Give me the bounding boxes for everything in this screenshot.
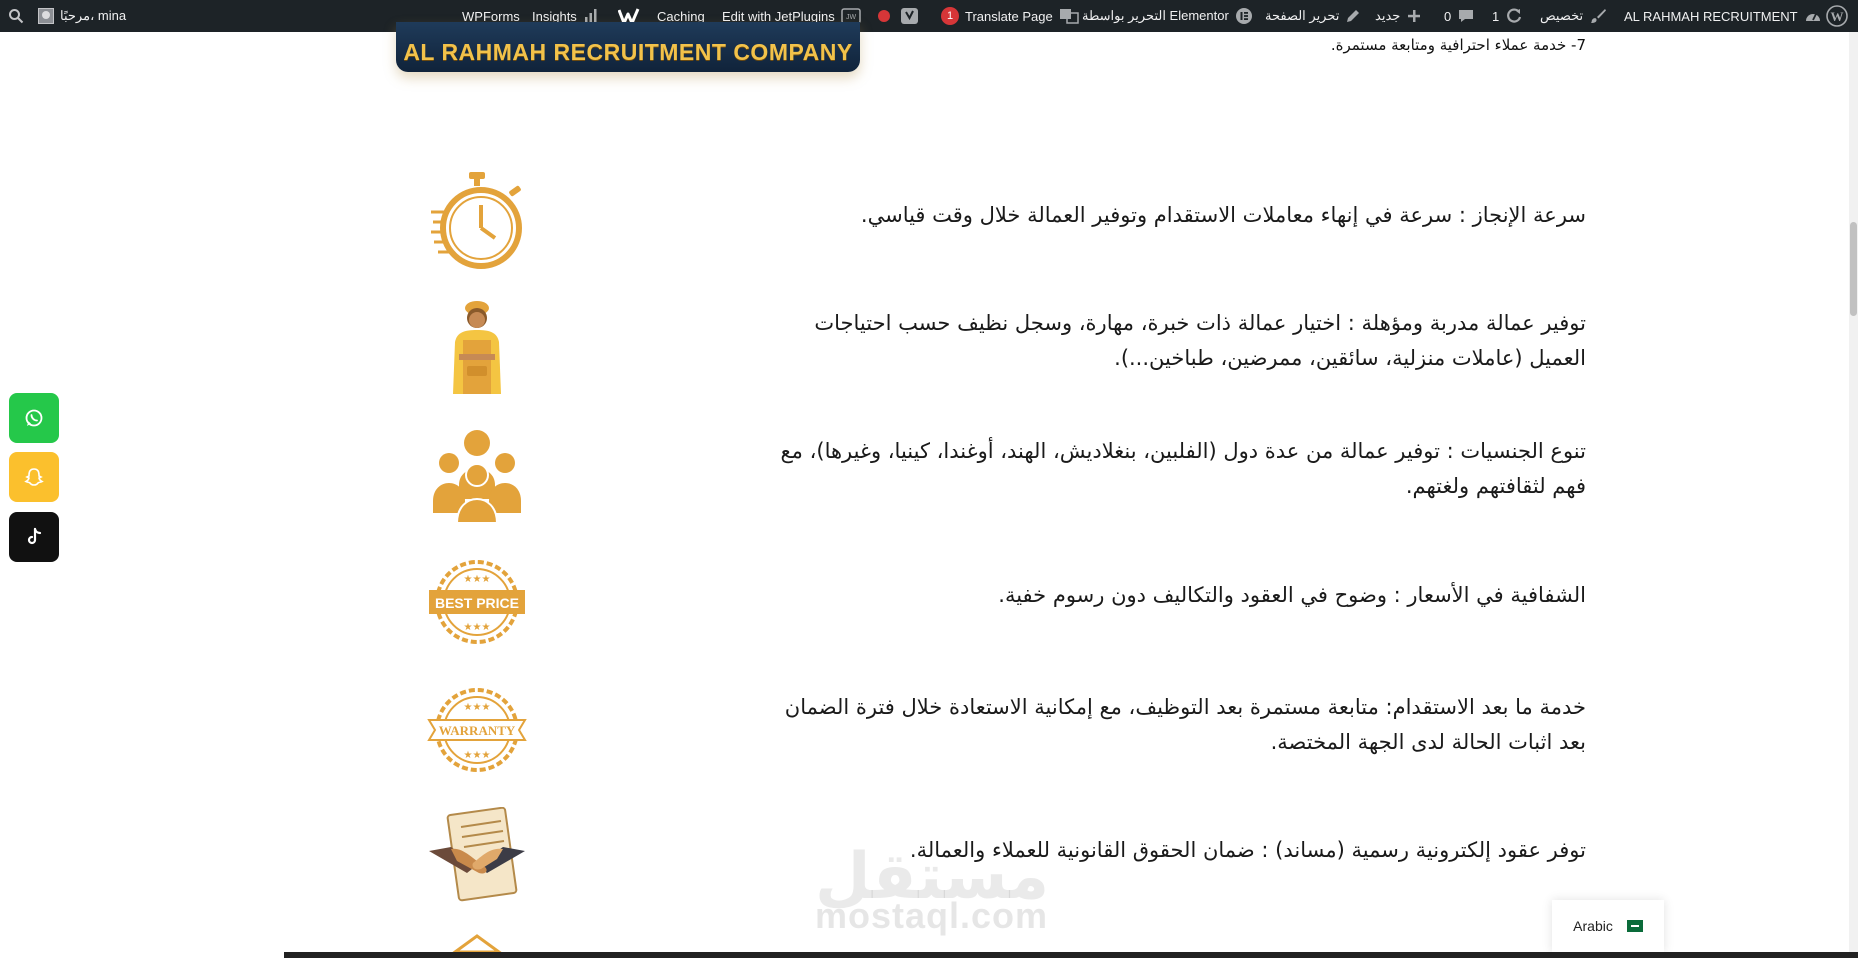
new-label: جديد [1375, 8, 1401, 23]
svg-text:W: W [1831, 9, 1844, 24]
svg-text:★★★: ★★★ [464, 622, 491, 633]
elementor-edit-menu[interactable]: التحرير بواسطة Elementor [1082, 0, 1253, 32]
plus-icon [1408, 10, 1421, 22]
tiktok-button[interactable] [9, 512, 59, 562]
service-item-7: 7- خدمة عملاء احترافية ومتابعة مستمرة. [1330, 36, 1586, 54]
svg-text:★★★: ★★★ [464, 750, 491, 761]
language-label: Arabic [1573, 918, 1613, 934]
translate-badge: 1 [941, 7, 959, 25]
avatar [38, 8, 54, 24]
yoast-seo-icon[interactable] [900, 0, 920, 32]
translate-page-menu[interactable]: 1 Translate Page [941, 0, 1079, 32]
stopwatch-icon [427, 170, 527, 270]
scrollbar-thumb[interactable] [1850, 222, 1857, 316]
company-logo-banner: AL RAHMAH RECRUITMENT COMPANY [396, 22, 860, 72]
svg-text:JW: JW [846, 14, 857, 21]
customize-label: تخصيص [1540, 8, 1584, 23]
worker-icon [427, 298, 527, 398]
site-name-menu[interactable]: AL RAHMAH RECRUITMENT [1624, 0, 1822, 32]
pencil-icon [1347, 10, 1360, 22]
snapchat-button[interactable] [9, 452, 59, 502]
handshake-contract-icon [427, 807, 527, 907]
edit-page-menu[interactable]: تحرير الصفحة [1265, 0, 1361, 32]
whatsapp-icon [25, 409, 43, 427]
comments-count: 0 [1444, 8, 1452, 24]
updates-count: 1 [1492, 8, 1500, 24]
best-price-label: BEST PRICE [435, 595, 519, 611]
edit-page-label: تحرير الصفحة [1265, 8, 1340, 23]
site-name-label: AL RAHMAH RECRUITMENT [1624, 8, 1798, 24]
feature-speed-text: سرعة الإنجاز : سرعة في إنهاء معاملات الا… [860, 203, 1586, 227]
search-icon[interactable] [8, 0, 24, 32]
dashboard-gauge-icon [1805, 13, 1820, 21]
watermark-latin: mostaql.com [815, 895, 1049, 936]
feature-transparent-pricing-text: الشفافية في الأسعار : وضوح في العقود وال… [998, 583, 1586, 607]
customize-menu[interactable]: تخصيص [1540, 0, 1607, 32]
comment-icon [1459, 10, 1474, 22]
elementor-icon [1235, 8, 1252, 24]
feature-nationalities-text: تنوع الجنسيات : توفير عمالة من عدة دول (… [780, 439, 1587, 498]
warranty-label: WARRANTY [439, 723, 516, 738]
svg-text:★★★: ★★★ [464, 702, 491, 713]
best-price-badge-icon: BEST PRICE ★★★ ★★★ [427, 552, 527, 652]
snapchat-ghost-icon [24, 468, 44, 486]
tiktok-icon [27, 527, 42, 545]
language-switcher[interactable]: Arabic [1552, 900, 1664, 952]
wp-admin-bar: مرحبًا، mina WPForms Insights Caching Ed… [0, 0, 1858, 32]
refresh-icon [1507, 8, 1522, 23]
elementor-edit-label: التحرير بواسطة Elementor [1082, 8, 1229, 23]
svg-text:★★★: ★★★ [464, 574, 491, 585]
feature-trained-workers-text: توفير عمالة مدربة ومؤهلة : اختيار عمالة … [814, 311, 1586, 370]
recording-status-dot [878, 0, 890, 32]
updates-menu[interactable]: 1 [1492, 0, 1523, 32]
wordpress-logo-icon[interactable]: W [1826, 0, 1848, 32]
saudi-flag-icon [1626, 920, 1643, 932]
paintbrush-icon [1591, 9, 1607, 23]
people-group-icon [427, 427, 527, 527]
translate-page-label: Translate Page [965, 8, 1053, 24]
feature-after-service-text: خدمة ما بعد الاستقدام: متابعة مستمرة بعد… [784, 695, 1586, 754]
bottom-edge-strip [284, 952, 1858, 958]
translate-icon [1059, 9, 1079, 24]
whatsapp-button[interactable] [9, 393, 59, 443]
page-scrollbar[interactable] [1849, 32, 1858, 958]
logo-text: AL RAHMAH RECRUITMENT COMPANY [403, 39, 853, 65]
greeting-text: مرحبًا، mina [60, 8, 127, 23]
comments-menu[interactable]: 0 [1444, 0, 1475, 32]
warranty-badge-icon: WARRANTY ★★★ ★★★ [427, 680, 527, 780]
new-content-menu[interactable]: جديد [1375, 0, 1422, 32]
my-account-menu[interactable]: مرحبًا، mina [38, 0, 126, 32]
